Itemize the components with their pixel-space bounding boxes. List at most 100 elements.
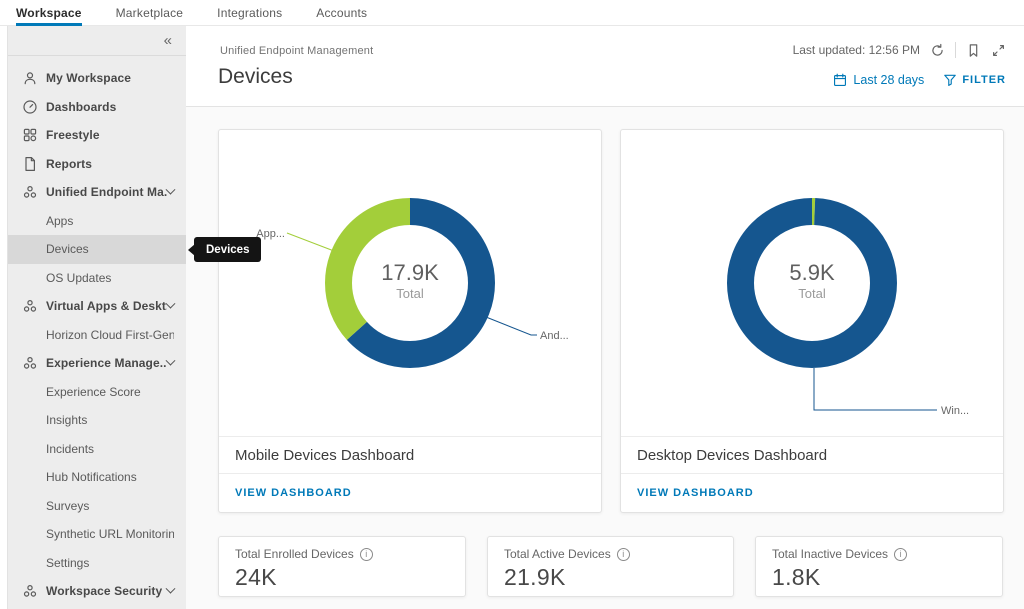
sidebar-item-unified-endpoint-ma[interactable]: Unified Endpoint Ma... [8,178,186,207]
stat-label: Total Enrolled Devices [235,547,354,561]
sidebar: « My Workspace Dashboards Freestyle Reports… [8,26,186,609]
tab-label: Accounts [316,6,367,20]
cluster-icon [22,583,38,599]
cluster-icon [22,184,38,200]
sidebar-item-label: Hub Notifications [46,470,137,484]
tab-accounts[interactable]: Accounts [316,0,367,25]
sidebar-item-virtual-apps-deskt[interactable]: Virtual Apps & Deskt... [8,292,186,321]
donut-center-label: Total [396,286,424,301]
card-title: Mobile Devices Dashboard [219,437,601,474]
divider [955,42,956,58]
calendar-icon [833,73,847,87]
sidebar-item-label: Virtual Apps & Deskt... [46,299,167,313]
sidebar-item-settings[interactable]: Settings [8,549,186,578]
refresh-icon[interactable] [930,43,945,58]
tab-label: Workspace [16,6,82,20]
chevron-down-icon [166,583,176,593]
sidebar-item-label: Experience Score [46,385,141,399]
sidebar-item-label: Insights [46,413,87,427]
breadcrumb: Unified Endpoint Management [220,45,373,57]
sidebar-item-incidents[interactable]: Incidents [8,435,186,464]
sidebar-item-experience-manage[interactable]: Experience Manage... [8,349,186,378]
sidebar-item-label: Incidents [46,442,94,456]
mobile-devices-card: App... And... 17.9K Total Mobile Devices… [218,129,602,513]
callout-line [287,233,334,251]
desktop-devices-donut: Win... 5.9K Total [621,130,1003,436]
mobile-devices-donut: App... And... 17.9K Total [219,130,601,436]
donut-center-value: 5.9K [789,260,835,285]
tab-workspace[interactable]: Workspace [16,0,82,25]
main-content: Unified Endpoint Management Devices Last… [186,26,1024,609]
sidebar-item-my-workspace[interactable]: My Workspace [8,64,186,93]
sidebar-item-synthetic-url-monitoring[interactable]: Synthetic URL Monitoring [8,520,186,549]
user-icon [22,70,38,86]
stat-label: Total Inactive Devices [772,547,888,561]
cluster-icon [22,298,38,314]
gauge-icon [22,99,38,115]
sidebar-item-label: Unified Endpoint Ma... [46,185,167,199]
sidebar-item-freestyle[interactable]: Freestyle [8,121,186,150]
devices-tooltip: Devices [194,237,261,262]
sidebar-item-hub-notifications[interactable]: Hub Notifications [8,463,186,492]
collapse-sidebar-icon[interactable]: « [164,33,172,48]
date-range-picker[interactable]: Last 28 days [833,73,924,87]
page-header: Unified Endpoint Management Devices Last… [186,26,1024,107]
sidebar-item-label: My Workspace [46,71,131,85]
sidebar-item-label: Freestyle [46,128,100,142]
view-dashboard-link[interactable]: VIEW DASHBOARD [637,487,754,499]
last-updated-text: Last updated: 12:56 PM [793,43,920,57]
info-icon[interactable]: i [360,548,373,561]
sidebar-item-experience-score[interactable]: Experience Score [8,378,186,407]
chevron-down-icon [166,355,176,365]
stat-value: 24K [235,564,449,591]
sidebar-item-label: OS Updates [46,271,111,285]
tab-label: Marketplace [116,6,184,20]
sidebar-item-label: Devices [46,242,89,256]
sidebar-item-label: Workspace Security [46,584,162,598]
document-icon [22,156,38,172]
callout-line [486,317,537,335]
mobile-donut-chart: App... And... 17.9K Total [219,130,601,437]
info-icon[interactable]: i [894,548,907,561]
tab-marketplace[interactable]: Marketplace [116,0,184,25]
chevron-down-icon [166,184,176,194]
sidebar-item-label: Dashboards [46,100,116,114]
info-icon[interactable]: i [617,548,630,561]
desktop-donut-chart: Win... 5.9K Total [621,130,1003,437]
sidebar-item-os-updates[interactable]: OS Updates [8,264,186,293]
tab-integrations[interactable]: Integrations [217,0,282,25]
sidebar-item-surveys[interactable]: Surveys [8,492,186,521]
sidebar-item-insights[interactable]: Insights [8,406,186,435]
expand-icon[interactable] [991,43,1006,58]
sidebar-item-dashboards[interactable]: Dashboards [8,93,186,122]
card-title: Desktop Devices Dashboard [621,437,1003,474]
sidebar-item-apps[interactable]: Apps [8,207,186,236]
chevron-down-icon [166,298,176,308]
total-active-devices-card: Total Active Devicesi 21.9K [487,536,734,597]
sidebar-item-reports[interactable]: Reports [8,150,186,179]
filter-icon [943,73,957,87]
sidebar-item-label: Apps [46,214,73,228]
grid-icon [22,127,38,143]
stat-value: 1.8K [772,564,986,591]
page-title: Devices [218,65,293,89]
total-enrolled-devices-card: Total Enrolled Devices i 24K [218,536,466,597]
segment-label: And... [540,330,569,342]
total-inactive-devices-card: Total Inactive Devices i 1.8K [755,536,1003,597]
view-dashboard-link[interactable]: VIEW DASHBOARD [235,487,352,499]
date-range-label: Last 28 days [853,73,924,87]
sidebar-item-workspace-security[interactable]: Workspace Security [8,577,186,606]
sidebar-item-horizon-cloud-first-gen[interactable]: Horizon Cloud First-Gen [8,321,186,350]
sidebar-item-devices[interactable]: Devices [8,235,186,264]
filter-button[interactable]: FILTER [943,73,1006,87]
donut-center-value: 17.9K [381,260,439,285]
sidebar-nav: My Workspace Dashboards Freestyle Reports Un… [8,56,186,606]
stat-value: 21.9K [504,564,717,591]
bookmark-icon[interactable] [966,43,981,58]
filter-label: FILTER [962,74,1006,86]
tooltip-text: Devices [206,244,249,256]
left-gutter [0,26,8,609]
tab-label: Integrations [217,6,282,20]
desktop-devices-card: Win... 5.9K Total Desktop Devices Dashbo… [620,129,1004,513]
sidebar-item-label: Horizon Cloud First-Gen [46,328,174,342]
